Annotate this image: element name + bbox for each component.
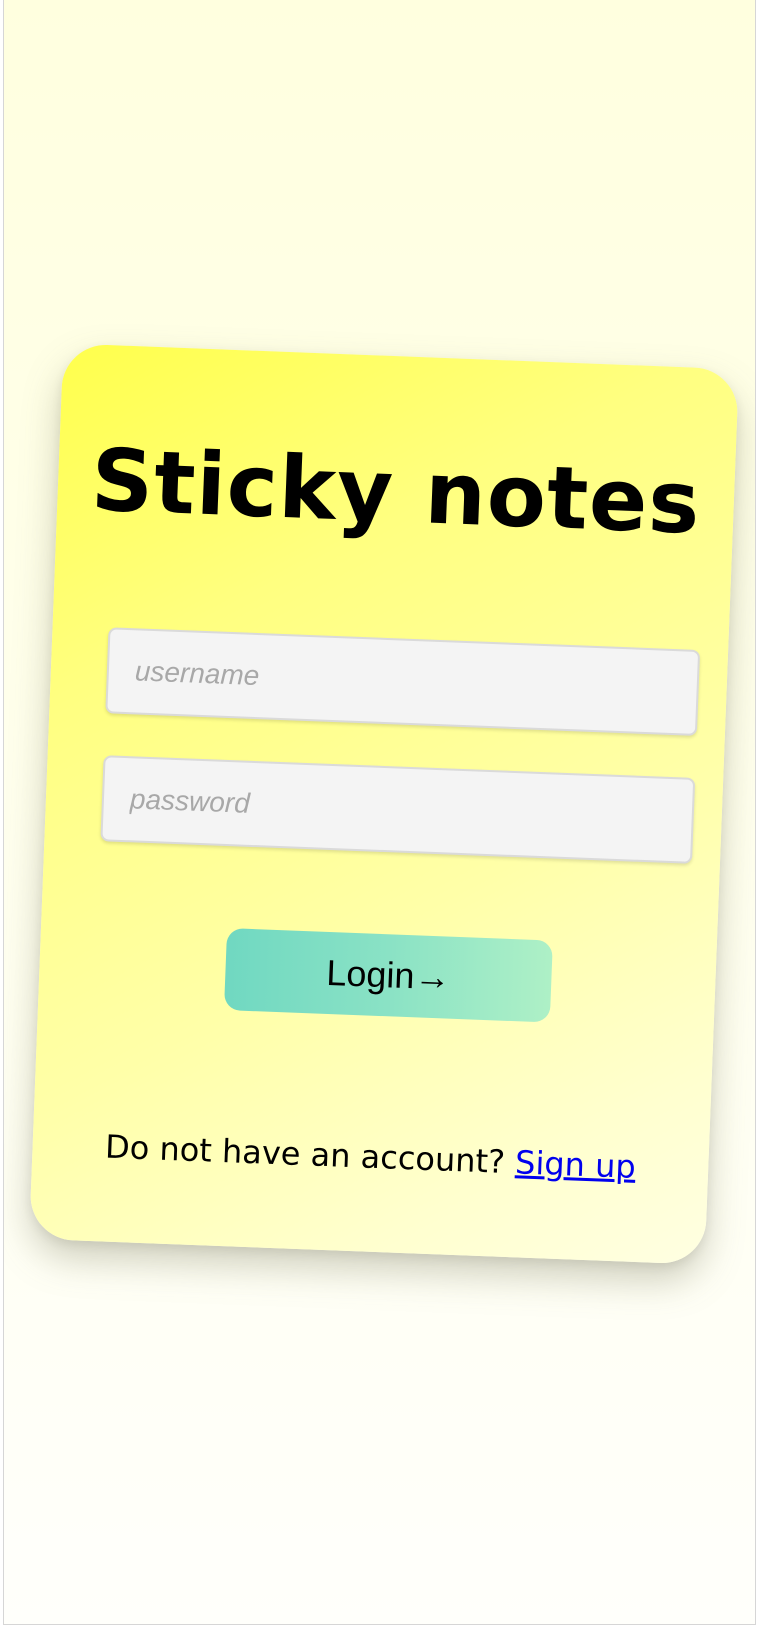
password-input[interactable]	[100, 755, 696, 864]
login-card: Sticky notes Login→ Do not have an accou…	[29, 343, 739, 1265]
app-title: Sticky notes	[89, 430, 703, 554]
signup-prompt-text: Do not have an account?	[104, 1127, 516, 1182]
page-viewport: Sticky notes Login→ Do not have an accou…	[3, 0, 756, 1625]
signup-link[interactable]: Sign up	[515, 1143, 637, 1186]
login-button[interactable]: Login→	[223, 928, 553, 1023]
signup-prompt: Do not have an account? Sign up	[32, 1125, 709, 1189]
username-input[interactable]	[105, 627, 701, 736]
